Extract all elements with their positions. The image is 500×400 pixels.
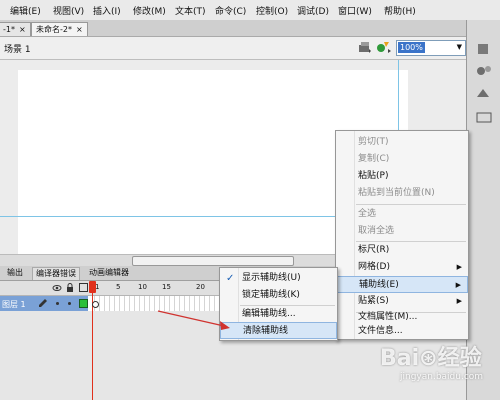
submenu-arrow-icon: ▶ (456, 297, 462, 305)
scrollbar-thumb[interactable] (132, 256, 294, 266)
frame-number: 15 (162, 283, 171, 291)
menu-item-paste[interactable]: 粘贴(P) (336, 168, 468, 185)
submenu-arrow-icon: ▶ (455, 281, 461, 289)
tool-icon-4[interactable] (473, 110, 495, 124)
menu-item-snapping[interactable]: 贴紧(S) ▶ (336, 293, 468, 310)
frame-number: 10 (138, 283, 147, 291)
checkmark-icon: ✓ (226, 273, 235, 284)
zoom-select[interactable]: 100% ▼ (396, 40, 466, 56)
tab-label: 未命名-2* (36, 25, 72, 34)
document-tabs: -1* × 未命名-2* × (0, 20, 466, 37)
menu-debug[interactable]: 调试(D) (297, 4, 329, 17)
visibility-dot[interactable] (56, 302, 59, 305)
tab-output[interactable]: 输出 (4, 267, 26, 279)
watermark-logo: Bai⊛经验 (380, 346, 482, 371)
layer-name: 图层 1 (2, 300, 26, 309)
menu-item-show-guides[interactable]: ✓ 显示辅助线(U) (220, 270, 337, 287)
menu-item-file-info[interactable]: 文件信息... (336, 325, 468, 339)
outline-icon[interactable] (79, 283, 88, 295)
lock-dot[interactable] (68, 302, 71, 305)
menu-item-copy[interactable]: 复制(C) (336, 151, 468, 168)
tab-compiler-errors[interactable]: 编译器错误 (32, 267, 80, 280)
layer-color-box[interactable] (79, 299, 88, 308)
scene-label: 场景 1 (4, 45, 31, 55)
submenu-arrow-icon: ▶ (456, 263, 462, 271)
edit-symbol-icon[interactable] (376, 40, 392, 54)
menu-control[interactable]: 控制(O) (256, 4, 288, 17)
lock-icon[interactable] (66, 283, 74, 296)
frame-number: 5 (116, 283, 121, 291)
menu-item-deselect-all[interactable]: 取消全选 (336, 223, 468, 240)
menu-item-paste-in-place[interactable]: 粘贴到当前位置(N) (336, 185, 468, 202)
menu-window[interactable]: 窗口(W) (338, 4, 372, 17)
tab-motion-editor[interactable]: 动画编辑器 (86, 267, 132, 279)
menu-item-rulers[interactable]: 标尺(R) (336, 242, 468, 259)
menu-separator (356, 204, 466, 205)
keyframe-marker[interactable] (92, 301, 99, 308)
tab-doc-1[interactable]: -1* × (0, 22, 31, 36)
frame-number: 20 (196, 283, 205, 291)
close-icon[interactable]: × (76, 25, 83, 34)
close-icon[interactable]: × (19, 25, 26, 34)
tab-doc-2[interactable]: 未命名-2* × (31, 22, 88, 36)
scene-bar: 场景 1 100% ▼ (0, 37, 466, 60)
menu-modify[interactable]: 修改(M) (133, 4, 166, 17)
tool-icon-3[interactable] (473, 86, 495, 100)
menu-item-lock-guides[interactable]: 锁定辅助线(K) (220, 287, 337, 304)
context-menu: 剪切(T) 复制(C) 粘贴(P) 粘贴到当前位置(N) 全选 取消全选 标尺(… (335, 130, 469, 340)
edit-scene-icon[interactable] (358, 40, 372, 54)
watermark-url: jingyan.baidu.com (400, 372, 484, 382)
chevron-down-icon: ▼ (456, 43, 462, 51)
menu-item-document-properties[interactable]: 文档属性(M)... (336, 309, 468, 326)
pencil-icon[interactable] (38, 298, 48, 311)
menu-text[interactable]: 文本(T) (175, 4, 206, 17)
layer-selected[interactable]: 图层 1 (0, 296, 88, 311)
tab-label: -1* (3, 25, 15, 34)
tool-icon-1[interactable] (473, 42, 495, 56)
menu-edit[interactable]: 编辑(E) (10, 4, 41, 17)
zoom-value: 100% (398, 42, 425, 53)
menu-command[interactable]: 命令(C) (215, 4, 246, 17)
annotation-arrow (157, 310, 230, 330)
menu-item-grid[interactable]: 网格(D) ▶ (336, 259, 468, 276)
menu-insert[interactable]: 插入(I) (93, 4, 121, 17)
tool-icon-2[interactable] (473, 64, 495, 78)
menu-item-guides[interactable]: 辅助线(E) ▶ (336, 276, 468, 293)
menu-help[interactable]: 帮助(H) (384, 4, 416, 17)
eye-icon[interactable] (52, 283, 62, 296)
menu-item-cut[interactable]: 剪切(T) (336, 134, 468, 151)
playhead-line (92, 282, 93, 400)
menu-item-select-all[interactable]: 全选 (336, 206, 468, 223)
menubar: 编辑(E) 视图(V) 插入(I) 修改(M) 文本(T) 命令(C) 控制(O… (0, 0, 500, 21)
menu-view[interactable]: 视图(V) (53, 4, 84, 17)
